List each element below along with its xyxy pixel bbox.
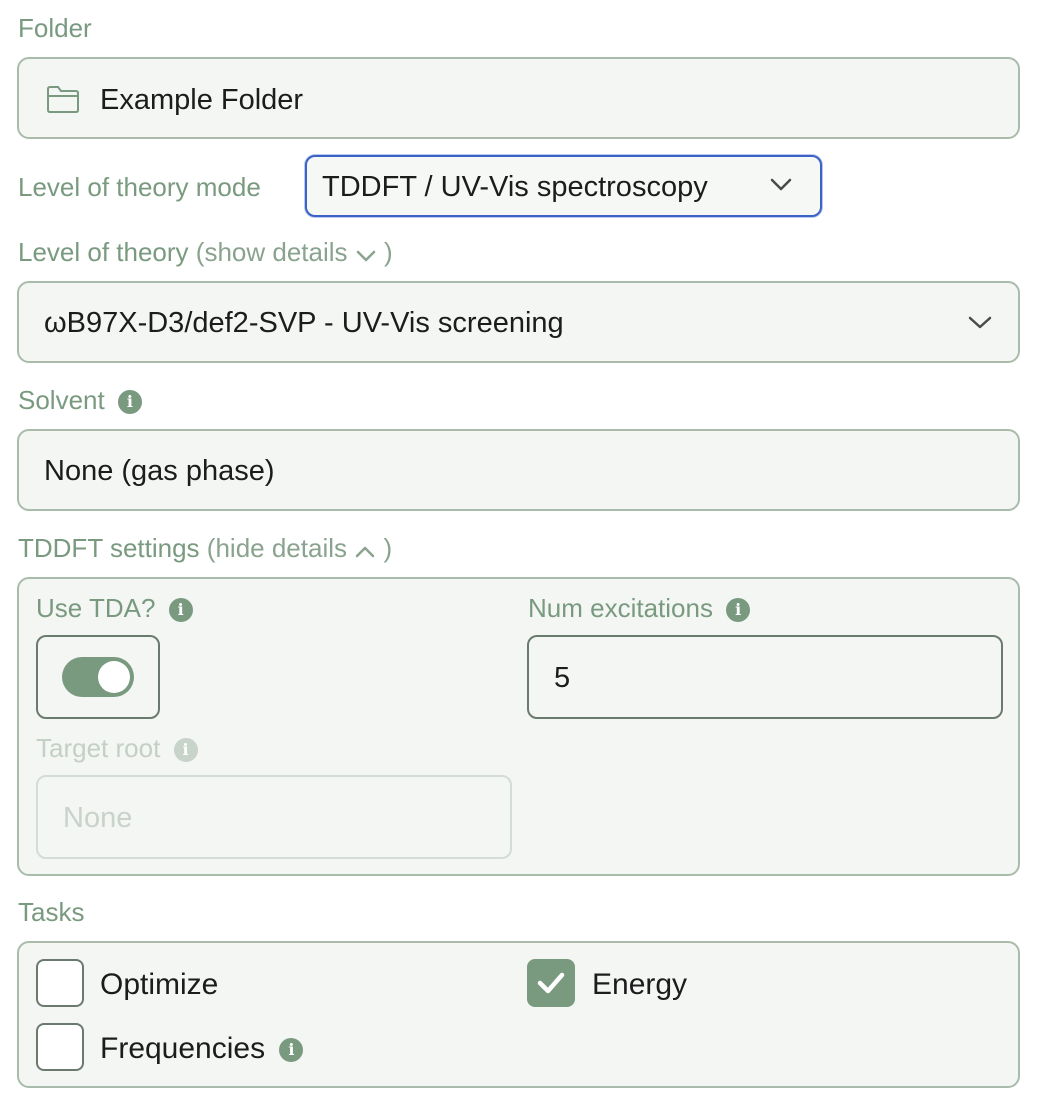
chevron-up-icon[interactable] bbox=[354, 535, 376, 565]
level-of-theory-select[interactable]: ωB97X-D3/def2-SVP - UV-Vis screening bbox=[17, 281, 1020, 363]
frequencies-label: Frequencies i bbox=[100, 1032, 304, 1066]
num-excitations-label: Num excitations i bbox=[528, 593, 751, 623]
folder-icon bbox=[46, 85, 80, 118]
level-of-theory-mode-select[interactable]: TDDFT / UV-Vis spectroscopy bbox=[305, 155, 822, 217]
target-root-input: None bbox=[36, 775, 512, 859]
info-icon: i bbox=[173, 738, 198, 763]
solvent-title: Solvent bbox=[18, 385, 105, 415]
level-of-theory-mode-label: Level of theory mode bbox=[18, 172, 261, 202]
chevron-down-icon[interactable] bbox=[355, 239, 377, 269]
show-details-close[interactable]: ) bbox=[384, 237, 393, 267]
solvent-field[interactable]: None (gas phase) bbox=[17, 429, 1020, 511]
num-excitations-title: Num excitations bbox=[528, 593, 713, 623]
show-details-toggle[interactable]: (show details ) bbox=[196, 237, 393, 267]
energy-checkbox[interactable] bbox=[527, 959, 575, 1007]
tddft-settings-panel: Use TDA? i Num excitations i 5 Target ro… bbox=[17, 577, 1020, 876]
chevron-down-icon bbox=[769, 177, 793, 198]
use-tda-title: Use TDA? bbox=[36, 593, 156, 623]
target-root-label: Target root i bbox=[36, 733, 198, 763]
energy-label: Energy bbox=[592, 968, 688, 1001]
level-of-theory-value: ωB97X-D3/def2-SVP - UV-Vis screening bbox=[44, 307, 564, 339]
target-root-title: Target root bbox=[36, 733, 161, 763]
show-details-text[interactable]: (show details bbox=[196, 237, 348, 267]
check-icon bbox=[537, 972, 565, 994]
hide-details-close[interactable]: ) bbox=[383, 533, 392, 563]
level-of-theory-label: Level of theory (show details ) bbox=[18, 237, 393, 269]
target-root-placeholder: None bbox=[63, 802, 133, 834]
tddft-settings-title: TDDFT settings bbox=[18, 533, 200, 563]
frequencies-checkbox[interactable] bbox=[36, 1023, 84, 1071]
solvent-label: Solvent i bbox=[18, 385, 142, 415]
chevron-down-icon bbox=[967, 315, 993, 336]
level-of-theory-title: Level of theory bbox=[18, 237, 189, 267]
folder-field[interactable]: Example Folder bbox=[17, 57, 1020, 139]
optimize-checkbox[interactable] bbox=[36, 959, 84, 1007]
folder-label: Folder bbox=[18, 13, 92, 43]
info-icon[interactable]: i bbox=[168, 598, 193, 623]
info-icon[interactable]: i bbox=[726, 598, 751, 623]
optimize-label: Optimize bbox=[100, 968, 219, 1001]
hide-details-text[interactable]: (hide details bbox=[207, 533, 347, 563]
use-tda-label: Use TDA? i bbox=[36, 593, 193, 623]
level-of-theory-mode-value: TDDFT / UV-Vis spectroscopy bbox=[322, 171, 708, 203]
frequencies-text: Frequencies bbox=[100, 1032, 266, 1065]
tddft-settings-label: TDDFT settings (hide details ) bbox=[18, 533, 392, 565]
folder-value: Example Folder bbox=[100, 84, 304, 116]
info-icon[interactable]: i bbox=[279, 1038, 304, 1063]
info-icon[interactable]: i bbox=[117, 390, 142, 415]
num-excitations-input[interactable]: 5 bbox=[527, 635, 1003, 719]
use-tda-toggle-box[interactable] bbox=[36, 635, 160, 719]
tasks-panel: Optimize Energy Frequencies i bbox=[17, 941, 1020, 1088]
toggle-knob bbox=[98, 661, 130, 693]
use-tda-toggle[interactable] bbox=[62, 657, 134, 697]
solvent-value: None (gas phase) bbox=[44, 455, 275, 487]
tasks-label: Tasks bbox=[18, 897, 85, 927]
num-excitations-value: 5 bbox=[554, 662, 571, 694]
hide-details-toggle[interactable]: (hide details ) bbox=[207, 533, 392, 563]
